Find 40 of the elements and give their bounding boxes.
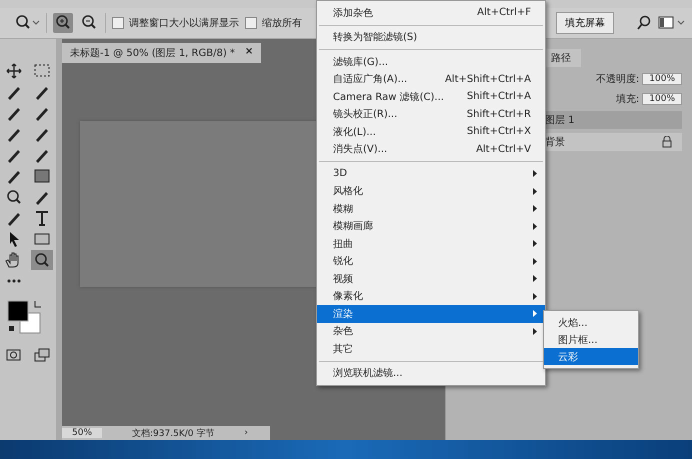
menu-item[interactable]: Camera Raw 滤镜(C)... Shift+Ctrl+A	[317, 88, 545, 106]
checkbox-label: 缩放所有	[262, 16, 302, 30]
menu-item[interactable]: 浏览联机滤镜...	[317, 364, 545, 382]
zoom-in-icon[interactable]	[53, 13, 73, 33]
search-icon[interactable]	[636, 15, 652, 31]
status-arrow[interactable]: ›	[244, 428, 248, 438]
zoom-tool-icon[interactable]	[31, 250, 53, 270]
menu-item[interactable]: 3D	[317, 165, 545, 182]
menu-item[interactable]: 模糊	[317, 200, 545, 218]
menu-item[interactable]: 图片框...	[544, 331, 638, 348]
fill-field[interactable]: 100%	[642, 93, 682, 105]
layer-name: 背景	[545, 136, 565, 149]
menu-item[interactable]: 视频	[317, 270, 545, 288]
document-tab[interactable]: 未标题-1 @ 50% (图层 1, RGB/8) * ×	[62, 43, 262, 63]
menu-item[interactable]: 渲染	[317, 305, 545, 322]
menu-item[interactable]: 火焰...	[544, 314, 638, 331]
checkbox-label: 调整窗口大小以满屏显示	[129, 16, 239, 30]
menu-item[interactable]: 模糊画廊	[317, 218, 545, 235]
menu-item[interactable]: 其它	[317, 340, 545, 358]
document-info: 文档:937.5K/0 字节	[132, 428, 214, 440]
checkbox[interactable]	[245, 17, 257, 29]
menu-item[interactable]: 云彩	[544, 348, 638, 365]
menu-item[interactable]: 自适应广角(A)... Alt+Shift+Ctrl+A	[317, 70, 545, 88]
menu-item[interactable]: 添加杂色 Alt+Ctrl+F	[317, 4, 545, 22]
document-title: 未标题-1 @ 50% (图层 1, RGB/8) *	[70, 46, 235, 60]
menu-item[interactable]: 风格化	[317, 182, 545, 200]
fill-label: 填充:	[616, 92, 640, 106]
layer-name: 图层 1	[545, 114, 575, 127]
menu-item[interactable]: 扭曲	[317, 235, 545, 252]
zoom-level: 50%	[62, 428, 102, 438]
workspace-icon[interactable]	[658, 15, 686, 31]
checkbox[interactable]	[112, 17, 124, 29]
menu-item[interactable]: 锐化	[317, 252, 545, 270]
menu-item[interactable]: 杂色	[317, 322, 545, 340]
fill-screen-button[interactable]: 填充屏幕	[556, 12, 614, 34]
close-icon[interactable]: ×	[244, 46, 254, 60]
opacity-field[interactable]: 100%	[642, 73, 682, 85]
menu-item[interactable]: 像素化	[317, 288, 545, 305]
opacity-label: 不透明度:	[596, 72, 640, 86]
menu-item[interactable]: 转换为智能滤镜(S)	[317, 28, 545, 46]
